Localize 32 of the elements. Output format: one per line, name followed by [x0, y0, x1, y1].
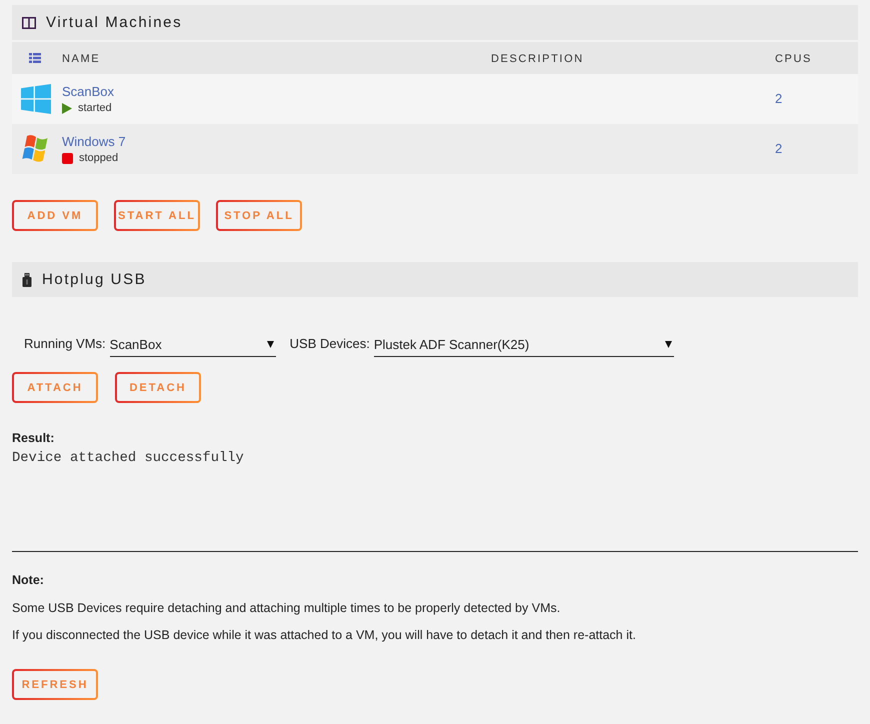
result-label: Result: — [12, 431, 54, 445]
vm-name-link[interactable]: Windows 7 — [62, 134, 126, 149]
note-label: Note: — [12, 573, 44, 587]
action-button[interactable]: DETACH — [115, 372, 201, 403]
list-icon — [29, 53, 41, 63]
section-title: Hotplug USB — [42, 271, 146, 288]
caret-icon — [266, 340, 274, 348]
vm-name-link[interactable]: ScanBox — [62, 84, 114, 99]
cpu-count: 2 — [775, 141, 782, 156]
note-text: If you disconnected the USB device while it was attached to a VM, you will have to detach it and then re-attach it. — [12, 628, 636, 642]
action-button[interactable]: ADD VM — [12, 200, 98, 231]
vm-status: stopped — [79, 152, 118, 164]
column-header: CPUS — [775, 53, 812, 65]
result-text: Device attached successfully — [12, 451, 244, 466]
refresh-button[interactable]: REFRESH — [12, 669, 98, 700]
column-header: DESCRIPTION — [491, 53, 584, 65]
action-button[interactable]: ATTACH — [12, 372, 98, 403]
action-button[interactable]: STOP ALL — [216, 200, 302, 231]
section-title: Virtual Machines — [46, 14, 182, 31]
select-label: USB Devices: — [290, 336, 370, 353]
columns-icon — [22, 16, 36, 28]
column-header: NAME — [62, 53, 100, 65]
action-button[interactable]: START ALL — [114, 200, 200, 231]
caret-icon — [664, 340, 672, 348]
cpu-count: 2 — [775, 91, 782, 106]
note-text: Some USB Devices require detaching and attaching multiple times to be properly detected by VMs. — [12, 601, 560, 615]
select-label: Running VMs: — [24, 336, 106, 353]
dropdown-select[interactable]: ScanBox — [110, 332, 276, 357]
dropdown-select[interactable]: Plustek ADF Scanner(K25) — [374, 332, 674, 357]
usb-stick-icon — [22, 272, 32, 286]
vm-status: started — [78, 102, 112, 114]
window-panes-icon — [21, 84, 51, 114]
